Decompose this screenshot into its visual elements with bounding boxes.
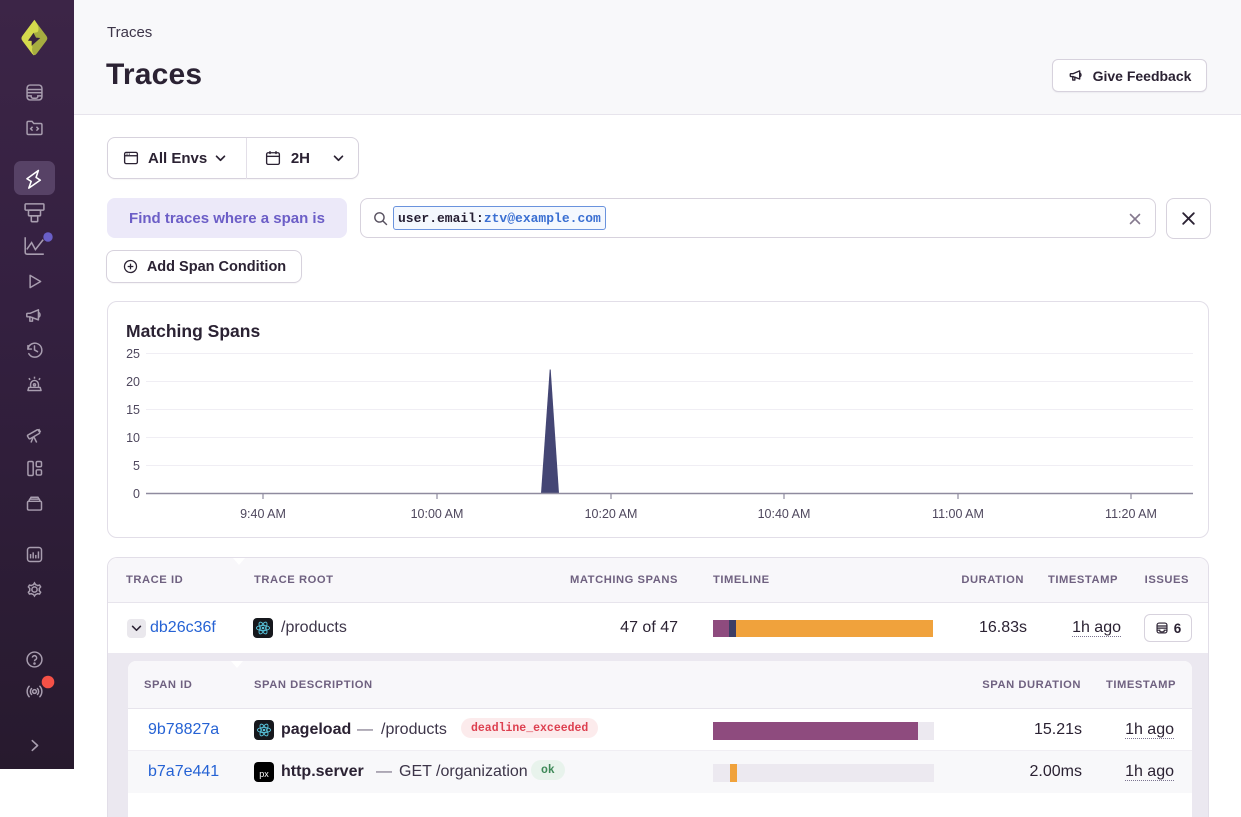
svg-text:10:20 AM: 10:20 AM (585, 507, 638, 521)
svg-text:15: 15 (126, 403, 140, 417)
svg-text:0: 0 (133, 487, 140, 501)
svg-text:10:00 AM: 10:00 AM (411, 507, 464, 521)
svg-text:px: px (259, 769, 269, 779)
svg-text:11:20 AM: 11:20 AM (1105, 507, 1157, 521)
svg-text:11:00 AM: 11:00 AM (932, 507, 984, 521)
svg-text:5: 5 (133, 459, 140, 473)
svg-text:25: 25 (126, 347, 140, 361)
svg-text:10: 10 (126, 431, 140, 445)
svg-text:9:40 AM: 9:40 AM (240, 507, 286, 521)
svg-text:20: 20 (126, 375, 140, 389)
svg-text:10:40 AM: 10:40 AM (758, 507, 811, 521)
